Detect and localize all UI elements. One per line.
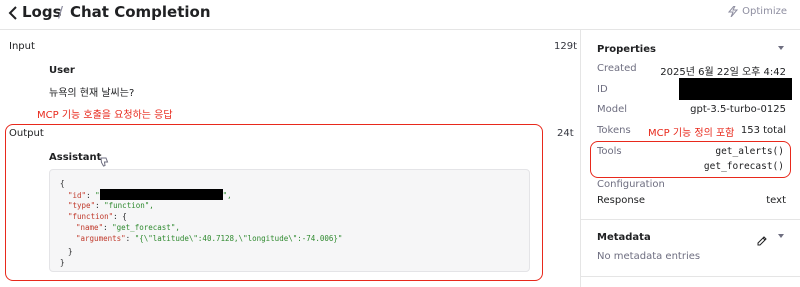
tool-get-forecast: get_forecast() [703,161,784,172]
output-token-count: 24t [557,128,574,139]
tools-label: Tools [597,146,622,157]
code-arguments-value: "{\"latitude\":40.7128,\"longitude\":-74… [134,234,343,243]
lightning-icon [728,6,739,17]
header-divider [0,29,800,30]
metadata-collapse-caret[interactable] [777,232,785,242]
code-line-arguments: "arguments": "{\"latitude\":40.7128,\"lo… [76,233,342,244]
code-id-key: "id" [68,191,87,200]
user-message: 뉴욕의 현재 날씨는? [49,88,135,99]
breadcrumb-separator: / [58,3,64,21]
tool-get-alerts: get_alerts() [715,146,784,157]
caret-down-icon [778,234,784,238]
code-type-value: "function", [104,201,154,210]
back-button[interactable] [6,4,22,22]
code-id-colon: : [86,191,96,200]
code-line-close: } [60,258,65,267]
metadata-edit-button[interactable] [757,231,767,250]
code-type-colon: : [95,201,105,210]
sidebar-divider [580,30,581,287]
code-arguments-colon: : [125,234,135,243]
code-arguments-key: "arguments" [76,234,126,243]
caret-down-icon [778,46,784,50]
user-sender-label: User [49,65,75,76]
response-value: text [766,195,786,206]
code-name-value: "get_forecast", [112,223,180,232]
configuration-label: Configuration [597,179,665,190]
chevron-left-icon [8,6,17,20]
code-id-quote-close: ", [222,191,232,200]
assistant-sender-label: Assistant [49,152,102,163]
properties-collapse-caret[interactable] [777,44,785,54]
metadata-title: Metadata [597,232,651,243]
tokens-label: Tokens [597,125,631,136]
created-label: Created [597,63,637,74]
tokens-value: 153 total [740,125,786,136]
model-label: Model [597,104,628,115]
sidebar-bottom-divider [581,276,800,277]
code-function-key: "function" [68,212,114,221]
metadata-empty-text: No metadata entries [597,251,701,262]
code-line-inner-close: } [68,247,73,256]
response-annotation: MCP 기능 호출을 요청하는 응답 [37,110,173,121]
tools-annotation: MCP 기능 정의 포함 [648,128,735,139]
code-function-colon: : [113,212,123,221]
redacted-id-value [99,189,223,200]
page-title: Chat Completion [70,3,211,21]
response-label: Response [597,195,646,206]
model-value: gpt-3.5-turbo-0125 [690,104,786,115]
code-name-key: "name" [76,223,104,232]
code-name-colon: : [103,223,113,232]
metadata-divider [581,219,800,220]
optimize-label: Optimize [742,6,787,17]
code-type-key: "type" [68,201,96,210]
header-bar: Logs / Chat Completion Optimize [0,0,800,28]
input-label: Input [9,41,35,52]
properties-title: Properties [597,44,656,55]
code-line-function: "function": { [68,211,127,222]
breadcrumb-logs[interactable]: Logs [22,3,62,21]
id-label: ID [597,84,608,95]
code-line-name: "name": "get_forecast", [76,222,180,233]
code-line-type: "type": "function", [68,200,154,211]
created-value: 2025년 6월 22일 오후 4:42 [660,67,786,78]
input-token-count: 129t [554,41,578,52]
pencil-icon [757,236,767,246]
code-line-open: { [60,179,65,188]
code-function-open: { [122,212,127,221]
thumbs-down-icon [100,157,109,167]
output-label: Output [9,128,44,139]
redacted-id-field [679,78,792,100]
optimize-button[interactable]: Optimize [728,6,787,17]
